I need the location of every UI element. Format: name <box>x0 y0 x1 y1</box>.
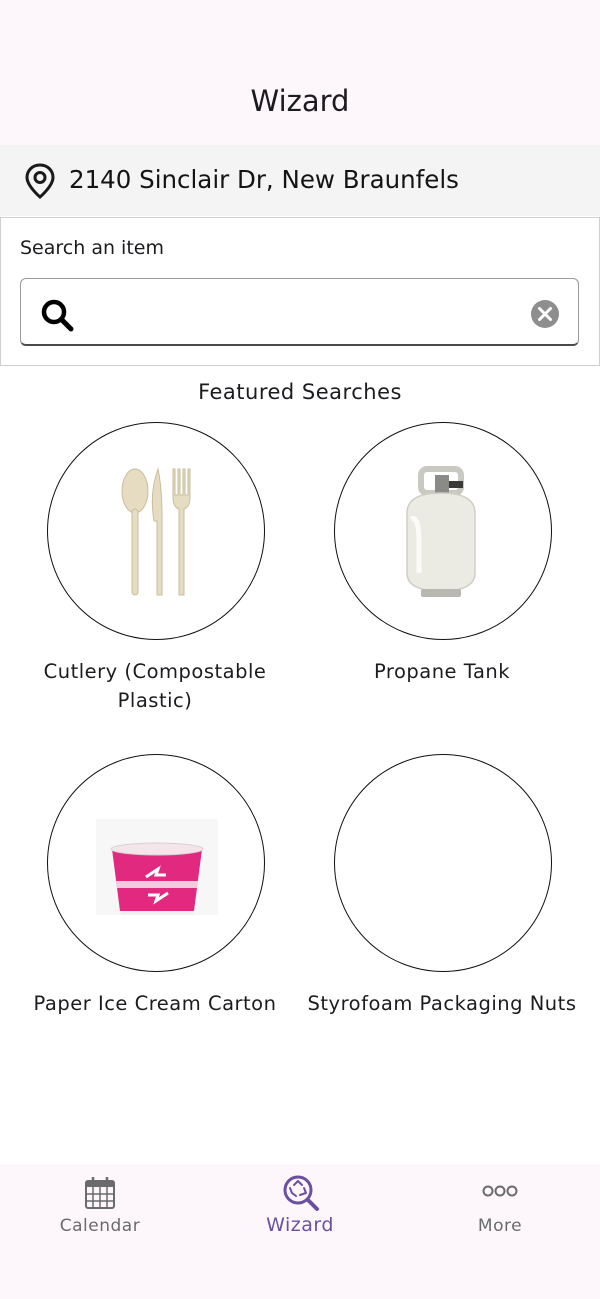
nav-item-calendar[interactable]: Calendar <box>0 1164 200 1264</box>
search-card: Search an item <box>0 217 600 366</box>
featured-item-label: Cutlery (Compostable Plastic) <box>43 660 267 712</box>
app-header: Wizard <box>0 0 600 145</box>
map-pin-icon <box>25 163 55 199</box>
featured-item-label: Styrofoam Packaging Nuts <box>307 992 577 1015</box>
featured-searches-title: Featured Searches <box>198 380 402 404</box>
nav-label: Wizard <box>266 1214 334 1236</box>
calendar-icon <box>85 1177 115 1209</box>
nav-label: More <box>477 1216 523 1236</box>
featured-item-image <box>47 422 265 640</box>
nav-label: Calendar <box>59 1216 141 1236</box>
location-bar[interactable]: 2140 Sinclair Dr, New Braunfels <box>0 145 600 216</box>
nav-item-more[interactable]: More <box>400 1164 600 1264</box>
pink-paper-cup-image <box>96 819 218 915</box>
featured-item-label: Propane Tank <box>373 660 511 683</box>
search-input[interactable] <box>91 289 515 337</box>
search-icon <box>41 299 74 332</box>
propane-tank-image <box>406 466 476 597</box>
page-title: Wizard <box>250 84 350 118</box>
cutlery-image <box>121 467 191 596</box>
featured-item-label: Paper Ice Cream Carton <box>33 992 277 1015</box>
more-dots-icon <box>482 1185 518 1197</box>
search-field[interactable] <box>20 278 579 346</box>
clear-icon[interactable] <box>530 299 560 329</box>
search-label: Search an item <box>20 237 164 259</box>
recycle-search-icon <box>283 1175 319 1211</box>
featured-item-image <box>334 422 552 640</box>
featured-item-image <box>47 754 265 972</box>
bottom-nav: Calendar Wizard More <box>0 1164 600 1299</box>
featured-item-image <box>334 754 552 972</box>
nav-item-wizard[interactable]: Wizard <box>200 1164 400 1264</box>
address-text: 2140 Sinclair Dr, New Braunfels <box>69 165 459 194</box>
